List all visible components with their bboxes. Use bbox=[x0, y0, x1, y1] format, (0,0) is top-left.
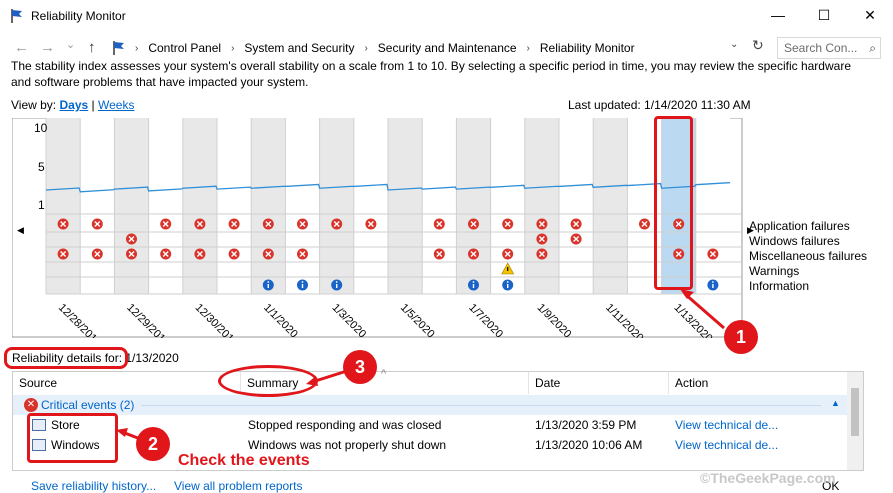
annotation-arrows bbox=[116, 289, 725, 442]
annotation-note: Check the events bbox=[178, 452, 310, 469]
annotation-badge-3: 3 bbox=[343, 350, 377, 384]
annotation-badge-1: 1 bbox=[724, 320, 758, 354]
annotation-badge-2: 2 bbox=[136, 427, 170, 461]
watermark: ©TheGeekPage.com bbox=[700, 470, 836, 486]
